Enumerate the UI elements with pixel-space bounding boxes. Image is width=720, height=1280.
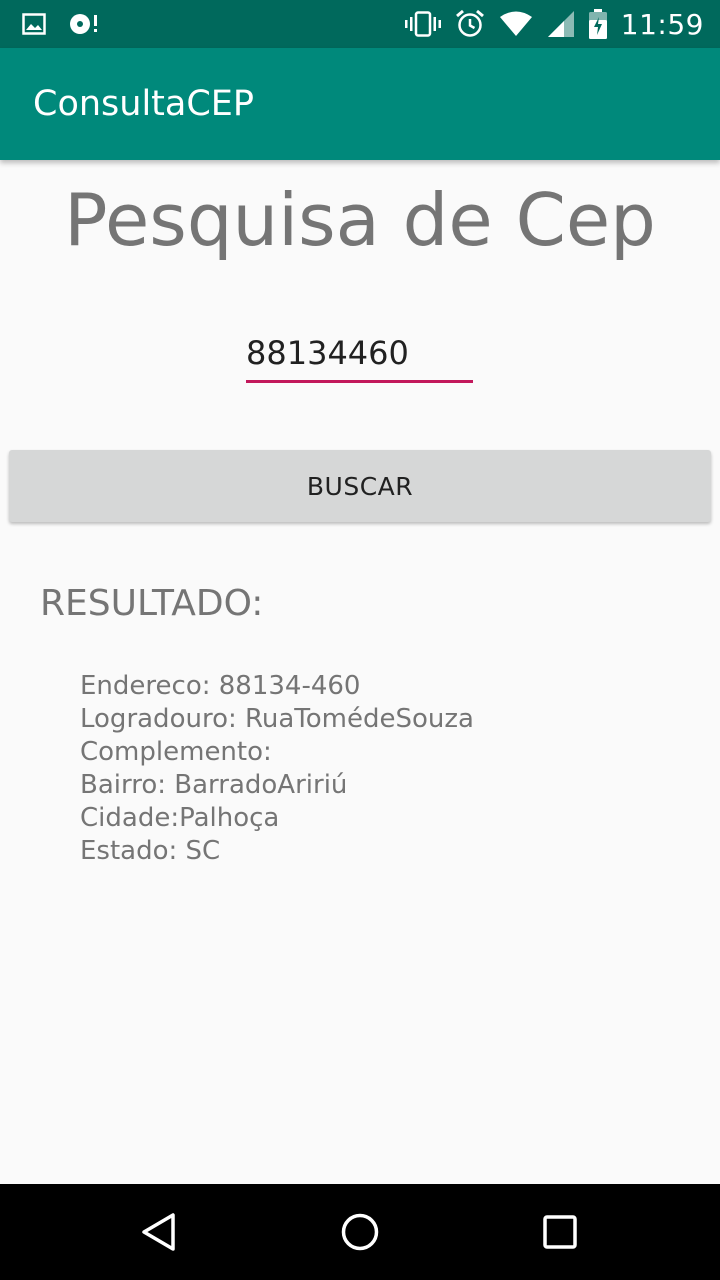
recents-button[interactable] — [536, 1208, 584, 1256]
status-right-icons: 11:59 — [404, 0, 704, 48]
result-logradouro: Logradouro: RuaTomédeSouza — [80, 704, 474, 734]
back-button[interactable] — [136, 1208, 184, 1256]
home-icon — [340, 1212, 380, 1252]
vibrate-icon — [404, 11, 441, 37]
sync-disc-icon — [68, 12, 100, 36]
result-heading: RESULTADO: — [40, 583, 264, 624]
wifi-icon — [499, 11, 533, 37]
status-left-icons — [22, 0, 100, 48]
buscar-button[interactable]: BUSCAR — [9, 450, 711, 522]
app-bar: ConsultaCEP — [0, 48, 720, 160]
status-bar: 11:59 — [0, 0, 720, 48]
back-icon — [140, 1212, 180, 1252]
home-button[interactable] — [336, 1208, 384, 1256]
cep-input[interactable] — [246, 326, 473, 383]
battery-icon — [588, 9, 607, 39]
app-title: ConsultaCEP — [33, 84, 255, 124]
result-complemento: Complemento: — [80, 737, 272, 767]
result-bairro: Bairro: BarradoAririú — [80, 770, 348, 800]
recents-icon — [540, 1212, 580, 1252]
page-title: Pesquisa de Cep — [64, 178, 656, 262]
result-estado: Estado: SC — [80, 836, 221, 866]
alarm-icon — [455, 9, 485, 39]
status-time: 11:59 — [620, 7, 704, 41]
result-list: Endereco: 88134-460 Logradouro: RuaToméd… — [80, 670, 474, 868]
result-endereco: Endereco: 88134-460 — [80, 671, 361, 701]
main-content: Pesquisa de Cep BUSCAR RESULTADO: Endere… — [0, 160, 720, 1184]
signal-icon — [547, 10, 575, 38]
navigation-bar — [0, 1184, 720, 1280]
result-cidade: Cidade:Palhoça — [80, 803, 280, 833]
image-icon — [22, 13, 46, 35]
